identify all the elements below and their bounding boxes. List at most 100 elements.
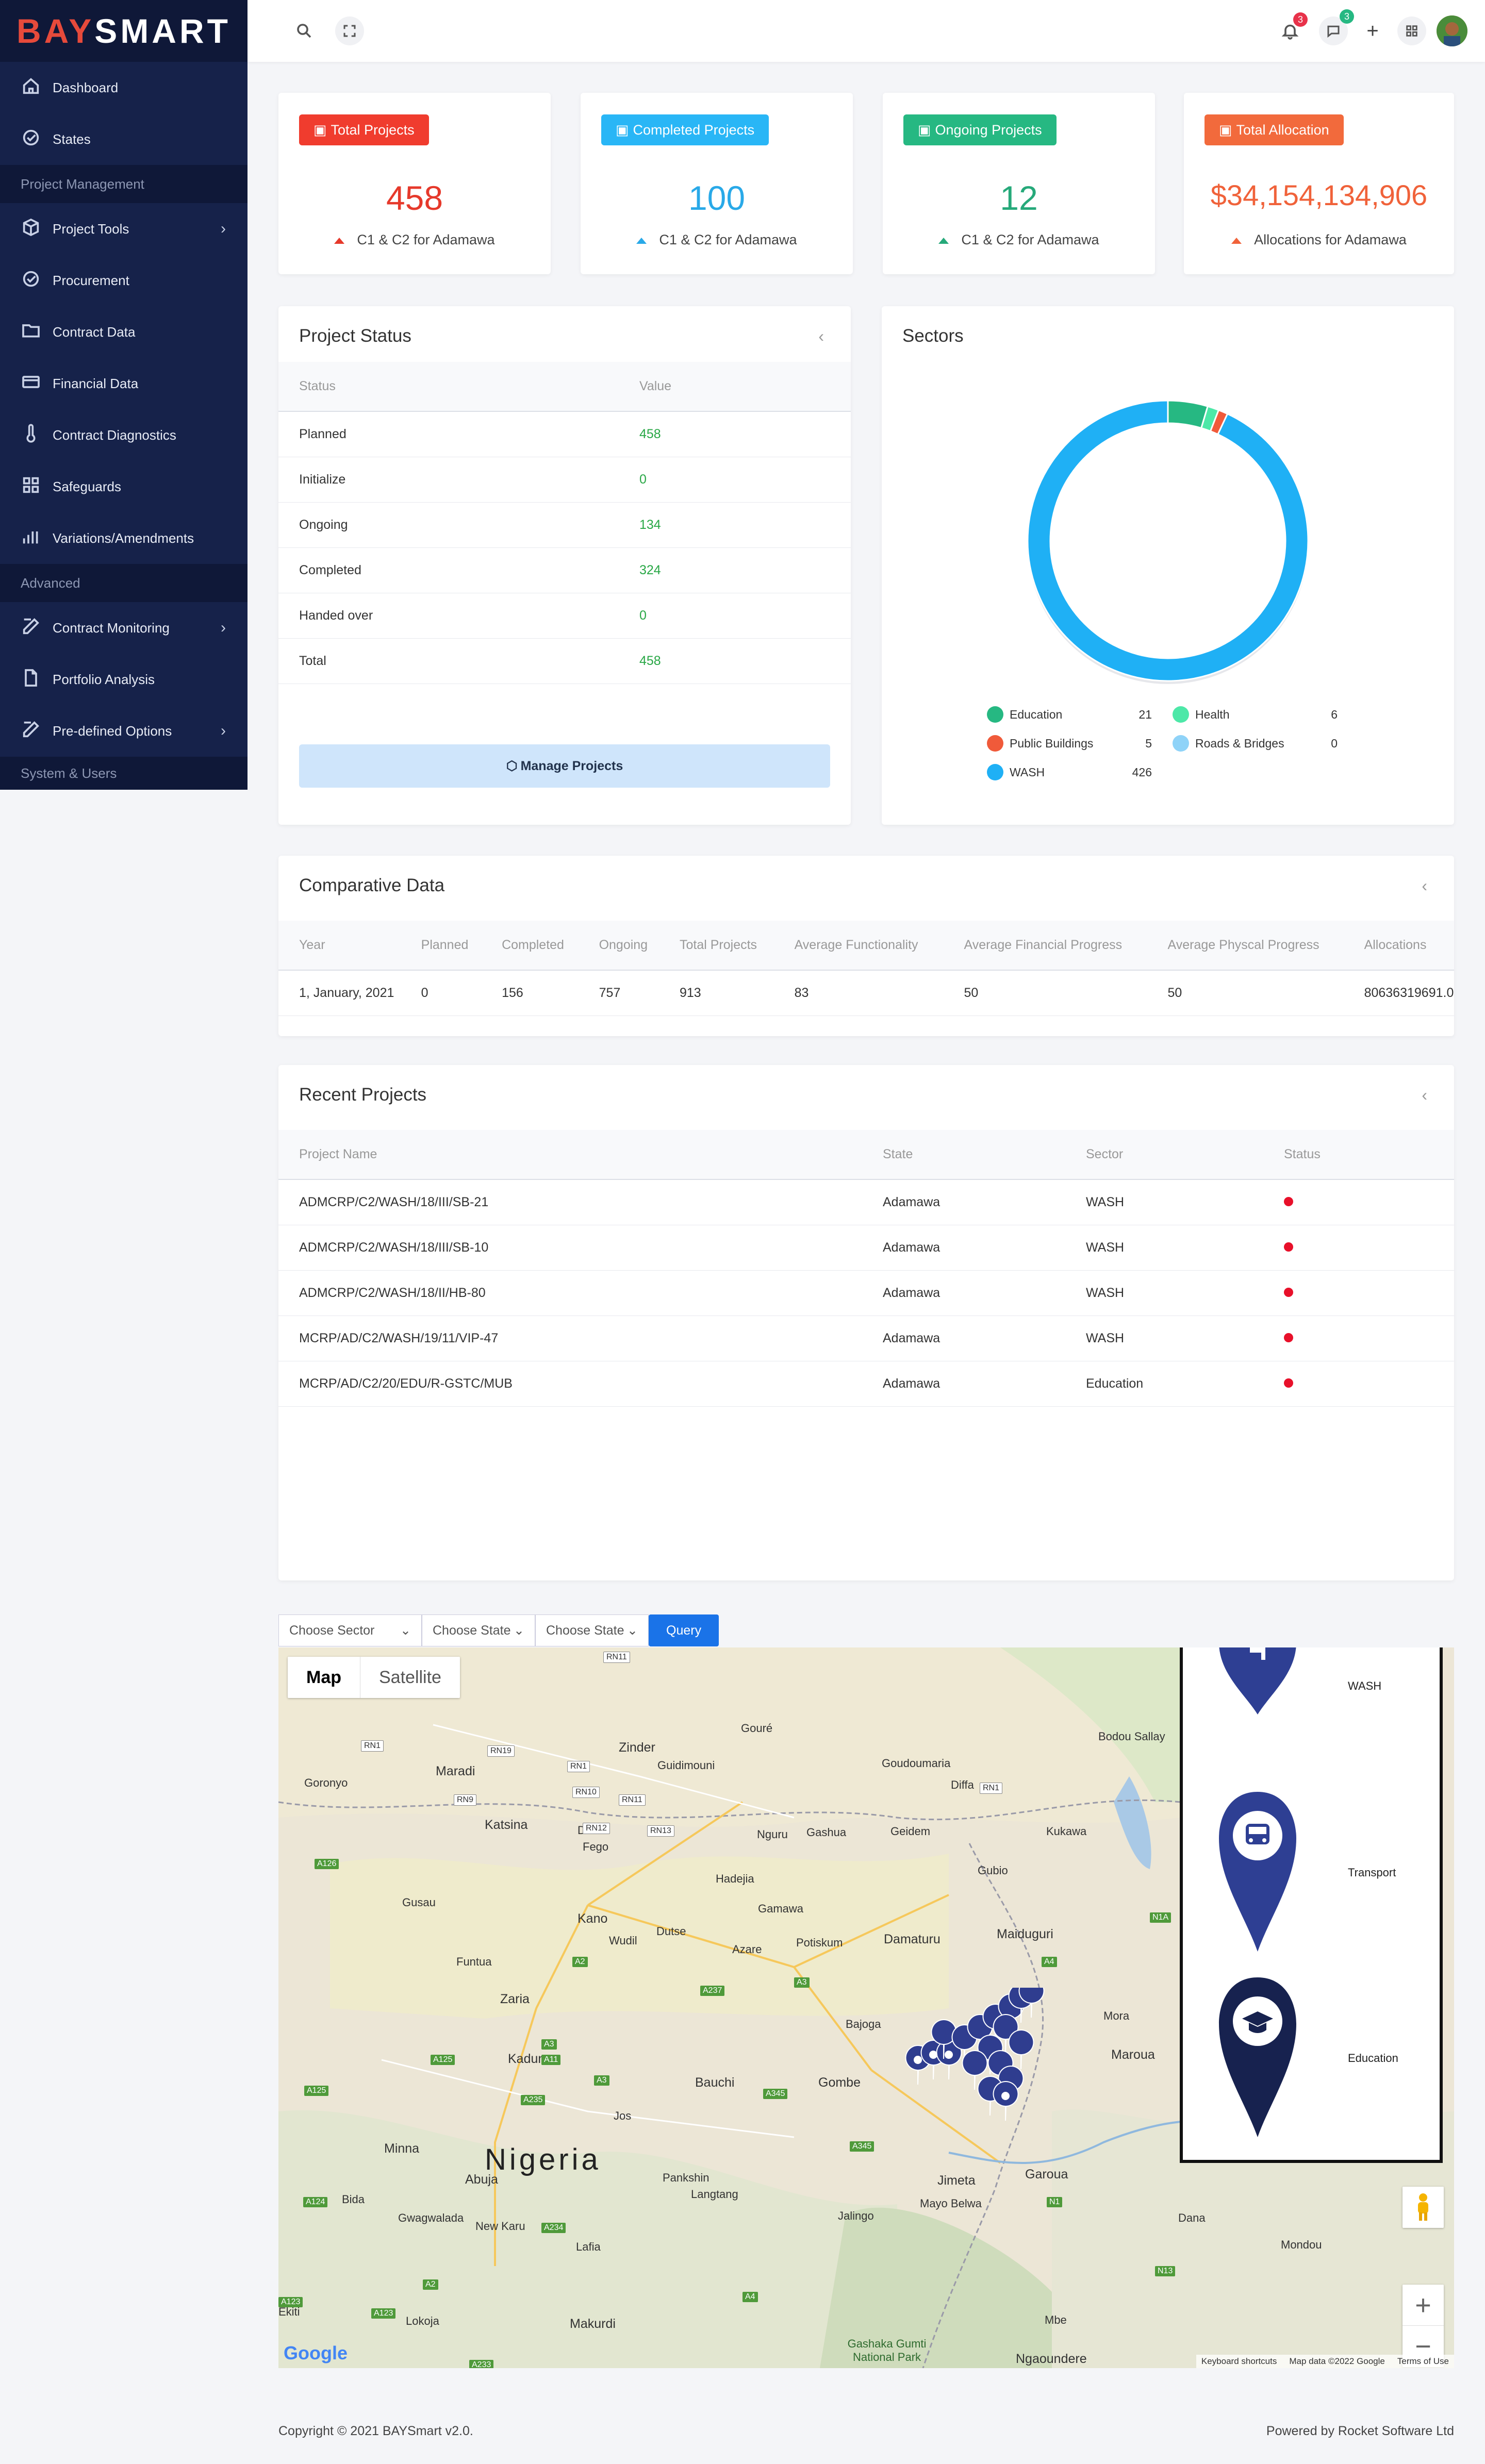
sidebar-item-states[interactable]: States xyxy=(0,113,248,165)
edit-icon xyxy=(21,616,53,640)
sector-cell: WASH xyxy=(1065,1225,1263,1271)
project-name-cell[interactable]: ADMCRP/C2/WASH/18/II/HB-80 xyxy=(278,1270,862,1316)
road-label: N1 xyxy=(1047,2197,1063,2207)
status-cell xyxy=(1263,1270,1454,1316)
col-header: Project Name xyxy=(278,1130,862,1180)
sidebar-item-contract-data[interactable]: Contract Data xyxy=(0,306,248,358)
stat-subtitle: C1 & C2 for Adamawa xyxy=(883,232,1155,248)
map-place-label: Katsina xyxy=(485,1818,528,1832)
donut-hole xyxy=(1050,423,1285,658)
sidebar-item-project-tools[interactable]: Project Tools › xyxy=(0,203,248,255)
sidebar-item-portfolio-analysis[interactable]: Portfolio Analysis xyxy=(0,654,248,705)
road-label: A3 xyxy=(594,2075,609,2086)
bus-pin-icon xyxy=(1219,1792,1296,1952)
user-avatar[interactable] xyxy=(1437,15,1467,46)
sidebar-item-pre-defined-options[interactable]: Pre-defined Options › xyxy=(0,705,248,757)
sidebar-item-safeguards[interactable]: Safeguards xyxy=(0,461,248,512)
keyboard-shortcuts-link[interactable]: Keyboard shortcuts xyxy=(1201,2356,1277,2367)
road-label: RN11 xyxy=(619,1794,646,1806)
comparative-table: Year Planned Completed Ongoing Total Project… xyxy=(278,921,1454,1016)
sidebar-item-dashboard[interactable]: Dashboard xyxy=(0,62,248,113)
sidebar-item-variations-amendments[interactable]: Variations/Amendments xyxy=(0,512,248,564)
table-row[interactable]: ADMCRP/C2/WASH/18/II/HB-80 Adamawa WASH xyxy=(278,1270,1454,1316)
map-place-label: New Karu xyxy=(475,2220,525,2233)
status-indicator-dot xyxy=(1284,1196,1293,1206)
project-name-cell[interactable]: MCRP/AD/C2/20/EDU/R-GSTC/MUB xyxy=(278,1361,862,1407)
check-circle-icon xyxy=(21,127,53,152)
map-view-button[interactable]: Map xyxy=(288,1657,360,1698)
box-icon xyxy=(21,217,53,241)
legend-item-public-buildings[interactable]: Public Buildings 5 xyxy=(987,735,1162,752)
add-icon[interactable]: + xyxy=(1361,20,1384,42)
recent-projects-card: Recent Projects ‹ Project Name State Secto… xyxy=(278,1065,1454,1580)
street-view-pegman-icon[interactable] xyxy=(1402,2187,1444,2228)
water-tap-pin-icon xyxy=(1219,1647,1296,1714)
road-label: RN19 xyxy=(487,1745,515,1757)
search-icon[interactable] xyxy=(293,20,316,42)
map-place-label: Mora xyxy=(1103,2009,1130,2022)
road-label: RN11 xyxy=(603,1652,630,1663)
collapse-chevron-icon[interactable]: ‹ xyxy=(1422,1086,1427,1105)
project-status-card: Project Status ‹ Status Value Planned 458 I… xyxy=(278,306,851,825)
road-label: A2 xyxy=(572,1957,588,1967)
legend-item-health[interactable]: Health 6 xyxy=(1173,706,1348,723)
state-select-1-value: Choose State xyxy=(433,1623,511,1638)
map-place-label: Dana xyxy=(1178,2211,1206,2224)
manage-projects-button[interactable]: ⬡ Manage Projects xyxy=(299,744,830,788)
col-header: State xyxy=(862,1130,1065,1180)
sector-select[interactable]: Choose Sector ⌄ xyxy=(278,1614,422,1646)
project-name-cell[interactable]: MCRP/AD/C2/WASH/19/11/VIP-47 xyxy=(278,1316,862,1361)
stat-label: ▣ Ongoing Projects xyxy=(903,114,1057,145)
legend-item-education[interactable]: Education 21 xyxy=(987,706,1162,723)
sidebar-item-contract-monitoring[interactable]: Contract Monitoring › xyxy=(0,602,248,654)
legend-swatch xyxy=(1173,735,1189,752)
sidebar-item-label: States xyxy=(53,131,91,147)
table-row[interactable]: ADMCRP/C2/WASH/18/III/SB-10 Adamawa WASH xyxy=(278,1225,1454,1271)
project-name-cell[interactable]: ADMCRP/C2/WASH/18/III/SB-21 xyxy=(278,1179,862,1225)
state-select-1[interactable]: Choose State ⌄ xyxy=(422,1614,535,1646)
sidebar-item-contract-diagnostics[interactable]: Contract Diagnostics xyxy=(0,409,248,461)
project-map[interactable]: Map Satellite Nigeria Zinder Maradi Katsin… xyxy=(278,1647,1454,2368)
brand-logo[interactable]: BAY SMART xyxy=(0,0,248,62)
road-label: A123 xyxy=(371,2308,396,2319)
legend-value: 6 xyxy=(1331,707,1338,721)
map-place-label: Gubio xyxy=(978,1864,1008,1877)
col-header: Ongoing xyxy=(578,921,659,971)
terms-of-use-link[interactable]: Terms of Use xyxy=(1397,2356,1449,2367)
legend-item-wash[interactable]: WASH 426 xyxy=(987,764,1162,780)
table-row[interactable]: MCRP/AD/C2/WASH/19/11/VIP-47 Adamawa WASH xyxy=(278,1316,1454,1361)
sidebar-item-label: Contract Data xyxy=(53,324,136,340)
legend-name: Education xyxy=(1010,707,1063,721)
zoom-in-button[interactable]: + xyxy=(1402,2285,1444,2326)
project-name-cell[interactable]: ADMCRP/C2/WASH/18/III/SB-10 xyxy=(278,1225,862,1271)
sidebar-item-procurement[interactable]: Procurement xyxy=(0,255,248,306)
road-label: N13 xyxy=(1155,2266,1176,2276)
chevron-down-icon: ⌄ xyxy=(627,1623,638,1638)
apps-grid-icon[interactable] xyxy=(1397,16,1426,45)
legend-value: 21 xyxy=(1138,707,1152,721)
comparative-data-card: Comparative Data ‹ Year Planned Completed O… xyxy=(278,856,1454,1036)
collapse-chevron-icon[interactable]: ‹ xyxy=(818,327,824,346)
map-place-label: Goronyo xyxy=(304,1776,348,1789)
table-cell: 156 xyxy=(481,970,579,1016)
bell-icon[interactable]: 3 xyxy=(1279,12,1308,42)
satellite-view-button[interactable]: Satellite xyxy=(360,1657,460,1698)
legend-item-roads-bridges[interactable]: Roads & Bridges 0 xyxy=(1173,735,1348,752)
map-data-credit: Map data ©2022 Google xyxy=(1289,2356,1385,2366)
table-row[interactable]: ADMCRP/C2/WASH/18/III/SB-21 Adamawa WASH xyxy=(278,1179,1454,1225)
sidebar-item-label: Portfolio Analysis xyxy=(53,671,155,687)
state-select-2[interactable]: Choose State ⌄ xyxy=(535,1614,649,1646)
query-button[interactable]: Query xyxy=(649,1614,719,1646)
fullscreen-icon[interactable] xyxy=(335,16,364,45)
message-badge: 3 xyxy=(1340,9,1354,24)
sidebar-item-financial-data[interactable]: Financial Data xyxy=(0,358,248,409)
collapse-chevron-icon[interactable]: ‹ xyxy=(1422,876,1427,895)
status-cell xyxy=(1263,1361,1454,1407)
project-markers-cluster[interactable] xyxy=(902,1988,1088,2173)
legend-swatch xyxy=(987,735,1003,752)
table-row[interactable]: MCRP/AD/C2/20/EDU/R-GSTC/MUB Adamawa Educa… xyxy=(278,1361,1454,1407)
map-place-label: Kukawa xyxy=(1046,1825,1087,1838)
chat-icon[interactable]: 3 xyxy=(1319,9,1354,45)
section-advanced: Advanced xyxy=(0,564,248,602)
state-cell: Adamawa xyxy=(862,1316,1065,1361)
